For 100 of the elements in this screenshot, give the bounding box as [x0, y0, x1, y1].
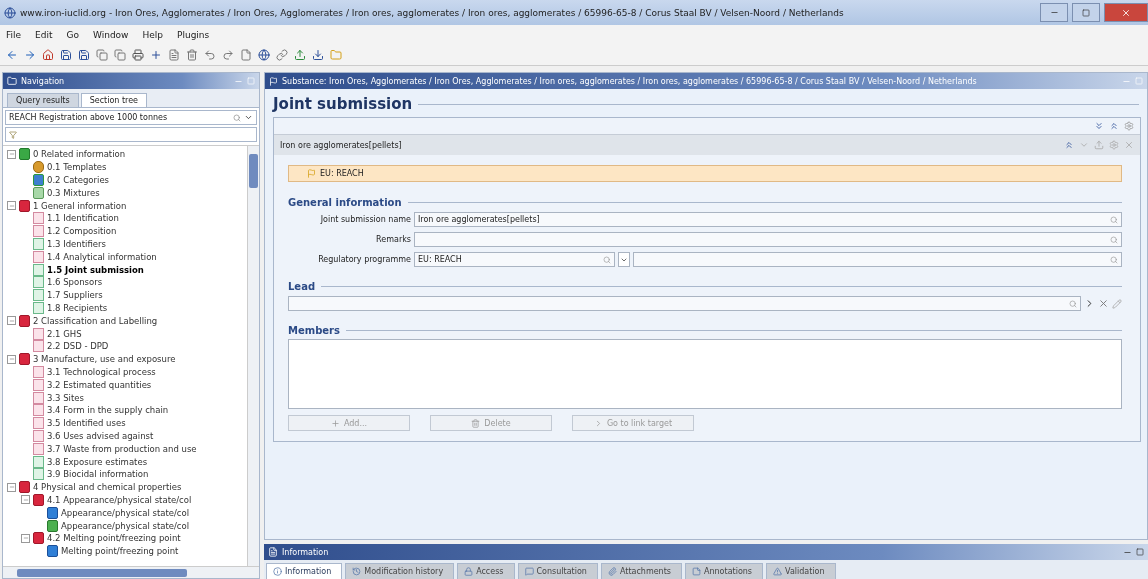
menu-item[interactable]: Go [66, 30, 79, 40]
tree-item[interactable]: 2.2 DSD - DPD [47, 341, 109, 352]
settings-icon[interactable] [1124, 121, 1134, 131]
document-icon[interactable] [168, 49, 180, 61]
download-icon[interactable] [312, 49, 324, 61]
document-icon [33, 225, 44, 238]
tree-item[interactable]: 3.3 Sites [47, 392, 84, 403]
back-icon[interactable] [6, 49, 18, 61]
undo-icon[interactable] [204, 49, 216, 61]
filter-field[interactable] [5, 127, 257, 142]
maximize-button[interactable] [1072, 3, 1100, 22]
collapse-all-icon[interactable] [1109, 121, 1119, 131]
tree-item[interactable]: 1.3 Identifiers [47, 238, 106, 249]
home-icon[interactable] [42, 49, 54, 61]
redo-icon[interactable] [222, 49, 234, 61]
tree-item[interactable]: 1 General information [33, 200, 127, 211]
menu-item[interactable]: Edit [35, 30, 53, 40]
tree-item[interactable]: 3.1 Technological process [47, 366, 156, 377]
menu-item[interactable]: Window [93, 30, 129, 40]
expand-all-icon[interactable] [1094, 121, 1104, 131]
delete-icon[interactable] [186, 49, 198, 61]
tree-item[interactable]: Appearance/physical state/col [61, 520, 190, 531]
tree-item[interactable]: 3.7 Waste from production and use [47, 443, 197, 454]
tab[interactable]: Section tree [80, 93, 147, 107]
tree-item[interactable]: 1.5 Joint submission [47, 264, 144, 275]
tree-item[interactable]: 3.4 Form in the supply chain [47, 405, 169, 416]
tree-item[interactable]: 3.5 Identified uses [47, 418, 126, 429]
tree-item[interactable]: Appearance/physical state/col [61, 507, 190, 518]
link-icon[interactable] [276, 49, 288, 61]
forward-icon[interactable] [24, 49, 36, 61]
dropdown-button[interactable] [617, 252, 630, 267]
collapse-icon[interactable] [7, 201, 16, 211]
tab[interactable]: Validation [766, 563, 836, 579]
tree-item[interactable]: 3.9 Biocidal information [47, 469, 149, 480]
copy-icon[interactable] [96, 49, 108, 61]
tab[interactable]: Query results [7, 93, 79, 107]
collapse-icon[interactable] [7, 482, 16, 492]
close-button[interactable] [1104, 3, 1148, 22]
clear-icon[interactable] [1098, 298, 1109, 309]
tree-item[interactable]: 1.6 Sponsors [47, 277, 103, 288]
input-field[interactable] [414, 232, 1122, 247]
file-icon[interactable] [240, 49, 252, 61]
menu-item[interactable]: Plugins [177, 30, 210, 40]
tree-item[interactable]: 0.2 Categories [47, 175, 110, 185]
tree-item[interactable]: Melting point/freezing point [61, 546, 179, 557]
tab[interactable]: Annotations [685, 563, 764, 579]
scrollbar[interactable] [3, 566, 259, 578]
menu-item[interactable]: Help [142, 30, 163, 40]
scrollbar[interactable] [247, 146, 259, 566]
tree-item[interactable]: 1.4 Analytical information [47, 251, 157, 262]
tree-item[interactable]: 1.1 Identification [47, 213, 119, 224]
edit-icon[interactable] [1112, 298, 1122, 309]
tab[interactable]: Consultation [517, 563, 598, 579]
tree-item[interactable]: 4.1 Appearance/physical state/col [47, 494, 192, 505]
tree-item[interactable]: 4 Physical and chemical properties [33, 482, 182, 493]
collapse-icon[interactable] [7, 149, 16, 159]
collapse-icon[interactable] [21, 495, 30, 505]
globe-icon[interactable] [258, 49, 270, 61]
tree-item[interactable]: 0 Related information [33, 149, 126, 160]
up-icon[interactable] [1094, 140, 1104, 150]
copy-icon[interactable] [114, 49, 126, 61]
close-icon[interactable] [1124, 140, 1134, 150]
tree-item[interactable]: 0.3 Mixtures [47, 187, 100, 198]
tab[interactable]: Information [266, 563, 343, 579]
tree-item[interactable]: 3.8 Exposure estimates [47, 456, 148, 467]
search-icon [233, 113, 241, 122]
plus-icon[interactable] [150, 49, 162, 61]
collapse-icon[interactable] [7, 354, 16, 364]
minimize-button[interactable] [1040, 3, 1068, 22]
folder-icon[interactable] [330, 49, 342, 61]
input-field[interactable] [632, 252, 1122, 267]
save-icon[interactable] [60, 49, 72, 61]
tab[interactable]: Attachments [600, 563, 682, 579]
input-field[interactable]: Iron ore agglomerates[pellets] [414, 212, 1122, 227]
upload-icon[interactable] [294, 49, 306, 61]
tree-item[interactable]: 3.2 Estimated quantities [47, 379, 152, 390]
tree-item[interactable]: 0.1 Templates [47, 162, 107, 173]
save-all-icon[interactable] [78, 49, 90, 61]
collapse-icon[interactable] [1064, 140, 1074, 150]
tree-item[interactable]: 1.2 Composition [47, 226, 117, 237]
tab[interactable]: Access [457, 563, 515, 579]
collapse-icon[interactable] [21, 533, 30, 543]
tree-item[interactable]: 1.8 Recipients [47, 302, 108, 313]
tree-item[interactable]: 2.1 GHS [47, 328, 82, 339]
settings-icon[interactable] [1109, 140, 1119, 150]
maximize-icon[interactable] [1136, 548, 1144, 556]
collapse-icon[interactable] [7, 316, 16, 326]
lead-field[interactable] [288, 296, 1081, 311]
members-list[interactable] [288, 339, 1122, 409]
tree-item[interactable]: 3 Manufacture, use and exposure [33, 354, 176, 365]
tree-item[interactable]: 1.7 Suppliers [47, 290, 103, 301]
tab[interactable]: Modification history [345, 563, 455, 579]
tree-item[interactable]: 4.2 Melting point/freezing point [47, 533, 181, 544]
print-icon[interactable] [132, 49, 144, 61]
down-icon[interactable] [1079, 140, 1089, 150]
picklist-field[interactable]: EU: REACH [414, 252, 615, 267]
tree-item[interactable]: 2 Classification and Labelling [33, 315, 158, 326]
menu-item[interactable]: File [6, 30, 22, 40]
tree-item[interactable]: 3.6 Uses advised against [47, 430, 154, 441]
template-dropdown[interactable]: REACH Registration above 1000 tonnes [5, 110, 257, 125]
